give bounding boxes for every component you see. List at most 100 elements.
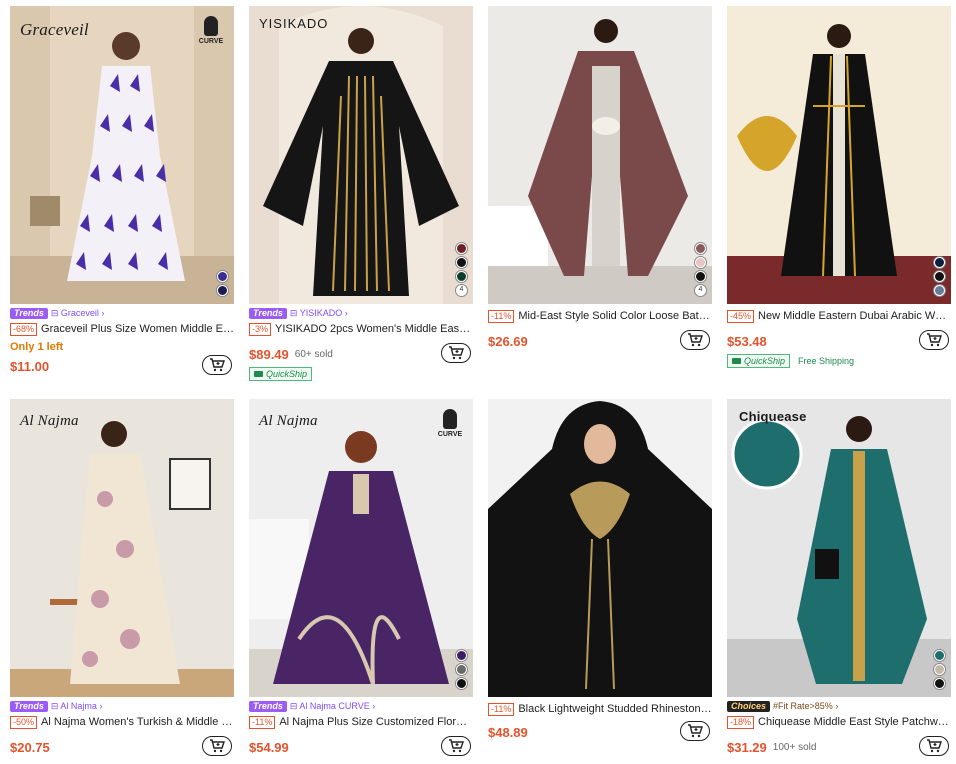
color-swatch[interactable] <box>695 271 706 282</box>
product-title[interactable]: Graceveil Plus Size Women Middle East Lo… <box>41 323 234 335</box>
price-row: $54.99 <box>249 736 473 758</box>
product-card[interactable]: Chiquease Choices #Fit Rate>85% › -18% C… <box>727 399 951 758</box>
product-card[interactable]: Al Najma CURVE Trends ⊟ Al Najma CURVE ›… <box>249 399 473 758</box>
store-link[interactable]: ⊟ Al Najma CURVE › <box>290 701 375 712</box>
product-photo <box>249 399 473 697</box>
quickship-label: QuickShip <box>266 369 308 379</box>
product-title[interactable]: Chiquease Middle East Style Patchwork La… <box>758 716 951 728</box>
cart-icon <box>210 358 225 372</box>
color-swatch[interactable] <box>456 664 467 675</box>
color-swatch[interactable] <box>217 271 228 282</box>
brand-watermark: Chiquease <box>739 409 807 424</box>
product-title[interactable]: Mid-East Style Solid Color Loose Batwing… <box>518 310 712 322</box>
product-card[interactable]: Al Najma Trends ⊟ Al Najma › -50% Al Naj… <box>10 399 234 758</box>
product-title[interactable]: YISIKADO 2pcs Women's Middle East Sequin… <box>275 323 473 335</box>
title-row[interactable]: -11% Mid-East Style Solid Color Loose Ba… <box>488 308 712 324</box>
store-link[interactable]: ⊟ Al Najma › <box>51 701 103 712</box>
color-swatches: 4 <box>456 243 467 296</box>
color-swatch[interactable] <box>456 271 467 282</box>
add-to-cart-button[interactable] <box>680 330 710 350</box>
trends-badge: Trends <box>249 307 287 319</box>
title-row[interactable]: -50% Al Najma Women's Turkish & Middle E… <box>10 714 234 730</box>
shipping-row: QuickShip Free Shipping <box>727 354 951 368</box>
price: $54.99 <box>249 739 289 755</box>
title-row[interactable]: -11% Black Lightweight Studded Rhineston… <box>488 701 712 717</box>
fit-rate-label: #Fit Rate>85% <box>773 701 833 711</box>
title-row[interactable]: -18% Chiquease Middle East Style Patchwo… <box>727 714 951 730</box>
title-row[interactable]: -11% Al Najma Plus Size Customized Flora… <box>249 714 473 730</box>
product-card[interactable]: YISIKADO 4 Trends ⊟ YISIKADO › -3% YISIK… <box>249 6 473 381</box>
sold-count: 60+ sold <box>294 348 333 360</box>
more-colors-count[interactable]: 4 <box>695 285 706 296</box>
add-to-cart-button[interactable] <box>919 736 949 756</box>
discount-badge: -11% <box>488 702 515 716</box>
add-to-cart-button[interactable] <box>202 355 232 375</box>
more-colors-count[interactable]: 4 <box>456 285 467 296</box>
curve-badge: CURVE <box>196 16 226 45</box>
price-row: $53.48 <box>727 330 951 352</box>
color-swatch[interactable] <box>934 678 945 689</box>
add-to-cart-button[interactable] <box>202 736 232 756</box>
color-swatch[interactable] <box>456 243 467 254</box>
product-card[interactable]: Graceveil CURVE Trends ⊟ Graceveil › -68… <box>10 6 234 377</box>
color-swatch[interactable] <box>934 285 945 296</box>
product-image[interactable]: YISIKADO 4 <box>249 6 473 304</box>
price: $53.48 <box>727 333 767 349</box>
title-row[interactable]: -3% YISIKADO 2pcs Women's Middle East Se… <box>249 321 473 337</box>
product-title[interactable]: New Middle Eastern Dubai Arabic Women's … <box>758 310 951 322</box>
product-card[interactable]: -11% Black Lightweight Studded Rhineston… <box>488 399 712 743</box>
color-swatch[interactable] <box>934 650 945 661</box>
tag-row: Trends ⊟ Al Najma CURVE › <box>249 699 473 713</box>
product-image[interactable]: Chiquease <box>727 399 951 697</box>
add-to-cart-button[interactable] <box>441 343 471 363</box>
product-card[interactable]: -45% New Middle Eastern Dubai Arabic Wom… <box>727 6 951 368</box>
curve-badge: CURVE <box>435 409 465 438</box>
product-image[interactable] <box>727 6 951 304</box>
quickship-label: QuickShip <box>744 356 786 366</box>
product-image[interactable] <box>488 399 712 697</box>
product-title[interactable]: Black Lightweight Studded Rhinestone Bat… <box>518 703 712 715</box>
store-name: Al Najma <box>60 700 97 711</box>
discount-badge: -45% <box>727 309 755 323</box>
price: $31.29 <box>727 739 767 755</box>
brand-watermark: Graceveil <box>20 20 89 39</box>
product-title[interactable]: Al Najma Plus Size Customized Floral Emb… <box>279 716 473 728</box>
product-image[interactable]: Al Najma CURVE <box>249 399 473 697</box>
quickship-badge: QuickShip <box>249 367 313 381</box>
discount-badge: -3% <box>249 322 272 336</box>
product-image[interactable]: Graceveil CURVE <box>10 6 234 304</box>
product-card[interactable]: 4 -11% Mid-East Style Solid Color Loose … <box>488 6 712 352</box>
color-swatch[interactable] <box>934 271 945 282</box>
add-to-cart-button[interactable] <box>680 721 710 741</box>
title-row[interactable]: -45% New Middle Eastern Dubai Arabic Wom… <box>727 308 951 324</box>
color-swatch[interactable] <box>456 257 467 268</box>
title-row[interactable]: -68% Graceveil Plus Size Women Middle Ea… <box>10 321 234 337</box>
store-name: Al Najma CURVE <box>299 700 370 711</box>
add-to-cart-button[interactable] <box>919 330 949 350</box>
choices-badge: Choices <box>727 700 771 712</box>
cart-icon <box>688 724 703 738</box>
curve-figure-icon <box>443 409 457 429</box>
add-to-cart-button[interactable] <box>441 736 471 756</box>
discount-badge: -11% <box>249 715 276 729</box>
product-title[interactable]: Al Najma Women's Turkish & Middle Easter… <box>41 716 234 728</box>
color-swatch[interactable] <box>217 285 228 296</box>
color-swatch[interactable] <box>695 257 706 268</box>
store-link[interactable]: ⊟ Graceveil › <box>51 308 105 319</box>
product-image[interactable]: Al Najma <box>10 399 234 697</box>
color-swatch[interactable] <box>934 257 945 268</box>
color-swatch[interactable] <box>695 243 706 254</box>
curve-label: CURVE <box>437 431 463 438</box>
cart-icon <box>927 739 942 753</box>
discount-badge: -11% <box>488 309 515 323</box>
store-link[interactable]: ⊟ YISIKADO › <box>290 308 348 319</box>
color-swatch[interactable] <box>456 650 467 661</box>
color-swatch[interactable] <box>456 678 467 689</box>
color-swatch[interactable] <box>934 664 945 675</box>
product-photo <box>10 399 234 697</box>
fit-rate-link[interactable]: #Fit Rate>85% › <box>773 701 838 711</box>
product-image[interactable]: 4 <box>488 6 712 304</box>
price-row: $48.89 <box>488 721 712 743</box>
discount-badge: -68% <box>10 322 38 336</box>
curve-figure-icon <box>204 16 218 36</box>
